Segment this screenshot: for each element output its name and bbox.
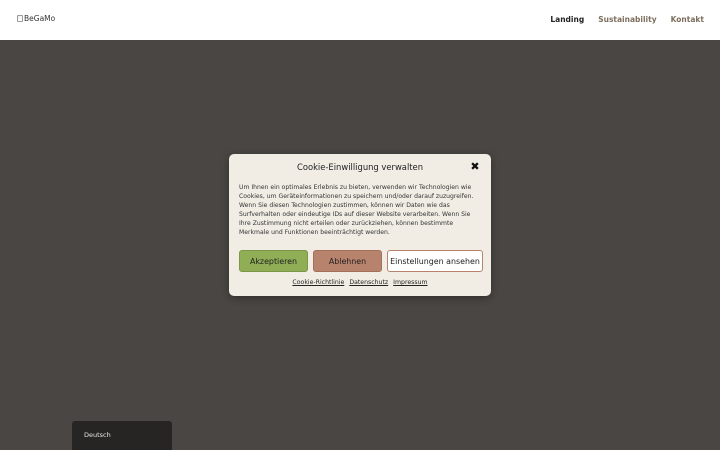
nav-item-landing[interactable]: Landing <box>550 15 584 24</box>
site-logo[interactable]: BeGaMo <box>17 14 55 23</box>
deny-button[interactable]: Ablehnen <box>313 250 382 272</box>
accept-button[interactable]: Akzeptieren <box>239 250 308 272</box>
nav-item-kontakt[interactable]: Kontakt <box>671 15 704 24</box>
language-label: Deutsch <box>84 431 111 439</box>
language-switcher[interactable]: Deutsch <box>72 421 172 450</box>
site-header: BeGaMo Landing Sustainability Kontakt <box>0 0 720 40</box>
nav-item-sustainability[interactable]: Sustainability <box>598 15 656 24</box>
cookie-consent-dialog: Cookie-Einwilligung verwalten ✖ Um Ihnen… <box>229 154 491 296</box>
logo-alt-text: BeGaMo <box>24 14 56 23</box>
main-nav: Landing Sustainability Kontakt <box>550 15 704 24</box>
broken-image-icon <box>17 15 23 22</box>
dialog-body-text: Um Ihnen ein optimales Erlebnis zu biete… <box>239 184 474 236</box>
imprint-link[interactable]: Impressum <box>393 279 427 286</box>
dialog-links: Cookie-Richtlinie Datenschutz Impressum <box>229 279 491 286</box>
close-icon[interactable]: ✖ <box>469 161 481 173</box>
dialog-buttons: Akzeptieren Ablehnen Einstellungen anseh… <box>239 250 483 272</box>
dialog-title: Cookie-Einwilligung verwalten <box>296 162 424 172</box>
cookie-policy-link[interactable]: Cookie-Richtlinie <box>292 279 344 286</box>
privacy-link[interactable]: Datenschutz <box>349 279 388 286</box>
view-settings-button[interactable]: Einstellungen ansehen <box>387 250 483 272</box>
